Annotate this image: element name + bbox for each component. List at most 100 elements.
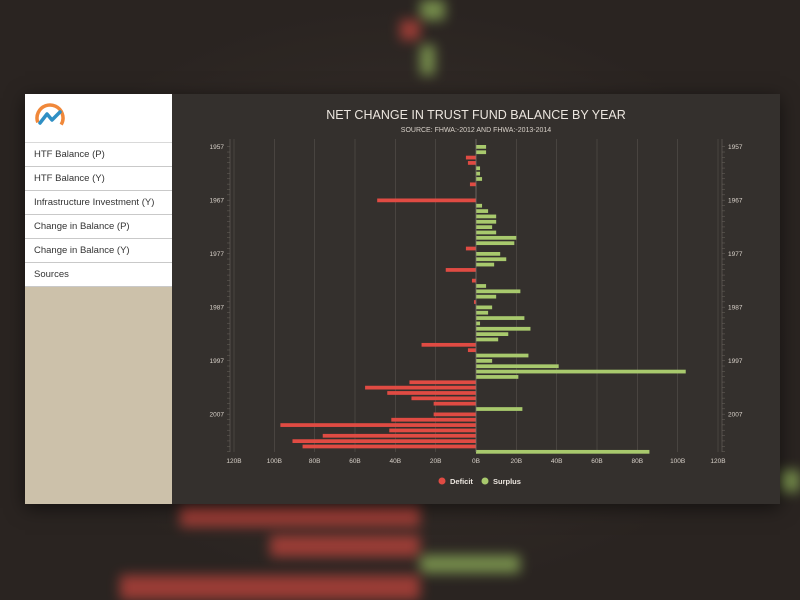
x-tick-label: 40B: [390, 458, 402, 465]
deficit-bar: [469, 182, 476, 187]
sidebar-nav: HTF Balance (P) HTF Balance (Y) Infrastr…: [25, 143, 172, 287]
surplus-bar: [476, 166, 481, 171]
surplus-bar: [476, 316, 525, 320]
x-tick-label: 120B: [710, 458, 725, 465]
deficit-bar: [465, 246, 476, 251]
surplus-bar: [476, 337, 499, 342]
bg-bar: [420, 0, 445, 20]
surplus-bar: [476, 369, 686, 374]
x-tick-label: 60B: [591, 458, 603, 465]
y-tick-label-left: 1997: [210, 358, 225, 365]
deficit-bar: [409, 380, 476, 385]
surplus-bar: [476, 321, 481, 326]
deficit-bar: [292, 439, 476, 443]
surplus-bar: [476, 294, 497, 299]
surplus-bar: [476, 171, 481, 176]
y-tick-label-right: 1977: [728, 251, 743, 258]
sidebar: HTF Balance (P) HTF Balance (Y) Infrastr…: [25, 94, 172, 504]
y-tick-label-left: 1957: [210, 144, 225, 151]
surplus-bar: [476, 209, 489, 213]
x-tick-label: 100B: [267, 458, 282, 465]
y-tick-label-left: 1987: [210, 305, 225, 312]
surplus-bar: [476, 375, 519, 379]
bg-bar: [420, 45, 435, 75]
chart-subtitle: SOURCE: FHWA:-2012 AND FHWA:-2013-2014: [401, 127, 552, 134]
surplus-bar: [476, 252, 501, 256]
deficit-bar: [467, 161, 476, 165]
surplus-bar: [476, 359, 493, 363]
surplus-bar: [476, 407, 523, 411]
surplus-bar: [476, 326, 531, 331]
deficit-bar: [387, 391, 476, 395]
surplus-bar: [476, 353, 529, 358]
bar-chart: NET CHANGE IN TRUST FUND BALANCE BY YEAR…: [210, 108, 743, 486]
deficit-bar: [433, 412, 476, 417]
bg-bar: [780, 470, 800, 492]
chart-legend: Deficit Surplus: [438, 477, 521, 486]
deficit-bar: [467, 348, 476, 353]
surplus-bar: [476, 289, 521, 294]
surplus-bar: [476, 235, 517, 240]
bg-bar: [180, 505, 420, 527]
y-tick-label-right: 1967: [728, 198, 743, 205]
sidebar-item-change-in-balance-p[interactable]: Change in Balance (P): [25, 215, 172, 239]
x-tick-label: 100B: [670, 458, 685, 465]
chart-bars: [280, 145, 686, 454]
x-tick-label: 80B: [632, 458, 644, 465]
surplus-bar: [476, 284, 487, 288]
bg-bar: [400, 20, 420, 40]
surplus-bar: [476, 332, 509, 336]
chart-axes: 120B 100B 80B 60B 40B 20B 0B 20B 40B 60B 80B 100B 12…: [210, 139, 743, 465]
surplus-bar: [476, 214, 497, 219]
y-tick-label-right: 1997: [728, 358, 743, 365]
deficit-bar: [445, 268, 476, 272]
y-tick-label-right: 2007: [728, 412, 743, 419]
sidebar-item-sources[interactable]: Sources: [25, 263, 172, 287]
sidebar-item-htf-balance-p[interactable]: HTF Balance (P): [25, 143, 172, 167]
y-tick-label-left: 2007: [210, 412, 225, 419]
y-tick-label-left: 1977: [210, 251, 225, 258]
x-tick-label: 40B: [551, 458, 563, 465]
surplus-bar: [476, 145, 487, 149]
sidebar-item-infrastructure-investment-y[interactable]: Infrastructure Investment (Y): [25, 191, 172, 215]
y-tick-label-left: 1967: [210, 198, 225, 205]
x-tick-label: 120B: [226, 458, 241, 465]
deficit-bar: [411, 396, 476, 401]
surplus-bar: [476, 241, 515, 246]
y-tick-label-right: 1957: [728, 144, 743, 151]
x-tick-label: 20B: [511, 458, 523, 465]
x-tick-label: 80B: [309, 458, 321, 465]
surplus-bar: [476, 225, 493, 229]
sidebar-item-change-in-balance-y[interactable]: Change in Balance (Y): [25, 239, 172, 263]
surplus-bar: [476, 262, 495, 267]
bg-bar: [420, 555, 520, 573]
legend-deficit-swatch: [438, 477, 446, 485]
deficit-bar: [471, 278, 476, 283]
legend-surplus-label: Surplus: [493, 477, 521, 486]
x-tick-label: 20B: [430, 458, 442, 465]
deficit-bar: [465, 155, 476, 160]
logo-box[interactable]: [25, 94, 172, 143]
deficit-bar: [391, 417, 476, 422]
sidebar-item-htf-balance-y[interactable]: HTF Balance (Y): [25, 167, 172, 191]
surplus-bar: [476, 305, 493, 310]
surplus-bar: [476, 257, 507, 262]
y-tick-label-right: 1987: [728, 305, 743, 312]
deficit-bar: [302, 444, 476, 449]
surplus-bar: [476, 230, 497, 235]
dashboard-card: HTF Balance (P) HTF Balance (Y) Infrastr…: [25, 94, 780, 504]
bg-bar: [270, 535, 420, 557]
chart-title: NET CHANGE IN TRUST FUND BALANCE BY YEAR: [326, 108, 626, 122]
legend-deficit-label: Deficit: [450, 477, 473, 486]
deficit-bar: [421, 342, 476, 347]
surplus-bar: [476, 219, 497, 224]
x-tick-label: 60B: [349, 458, 361, 465]
bg-bar: [120, 575, 420, 600]
deficit-bar: [365, 385, 476, 390]
surplus-bar: [476, 150, 487, 155]
deficit-bar: [280, 423, 476, 427]
legend-surplus-swatch: [481, 477, 489, 485]
surplus-bar: [476, 177, 483, 181]
deficit-bar: [377, 198, 476, 203]
deficit-bar: [433, 401, 476, 406]
